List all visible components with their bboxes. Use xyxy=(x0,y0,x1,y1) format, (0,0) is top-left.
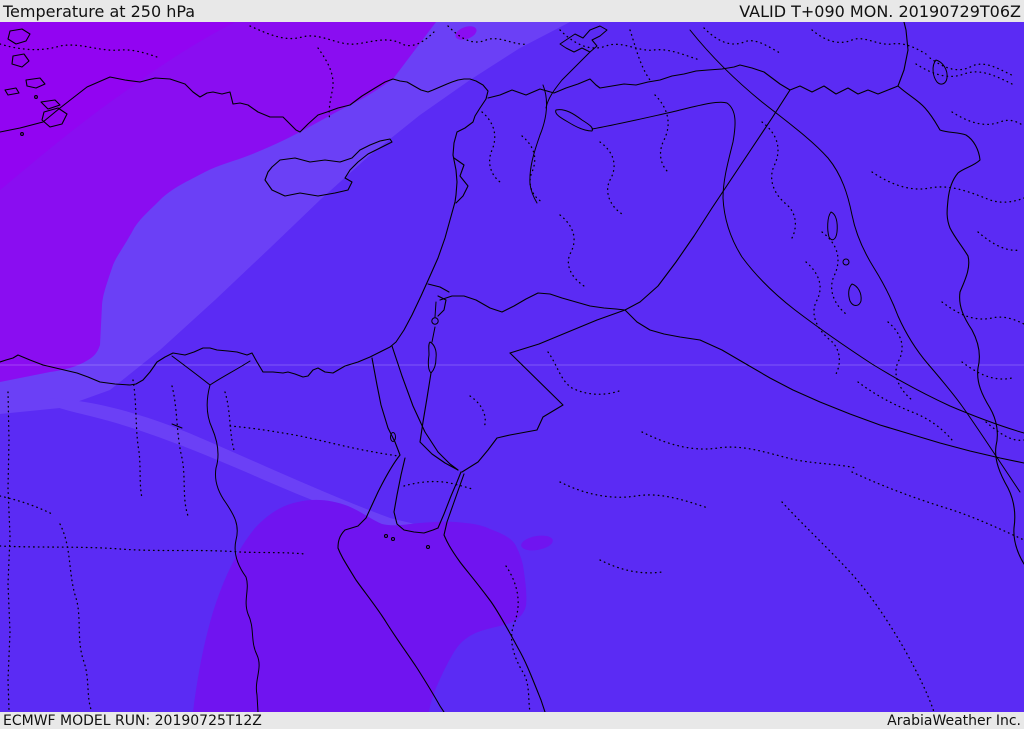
credit-label: ArabiaWeather Inc. xyxy=(887,712,1021,729)
header-bar: Temperature at 250 hPa VALID T+090 MON. … xyxy=(0,0,1024,22)
weather-map xyxy=(0,22,1024,712)
footer-bar: ECMWF MODEL RUN: 20190725T12Z ArabiaWeat… xyxy=(0,712,1024,729)
model-run-label: ECMWF MODEL RUN: 20190725T12Z xyxy=(3,712,262,729)
weather-map-canvas xyxy=(0,22,1024,712)
valid-time-label: VALID T+090 MON. 20190729T06Z xyxy=(739,1,1021,21)
map-title: Temperature at 250 hPa xyxy=(3,1,196,21)
weather-map-window: Temperature at 250 hPa VALID T+090 MON. … xyxy=(0,0,1024,729)
